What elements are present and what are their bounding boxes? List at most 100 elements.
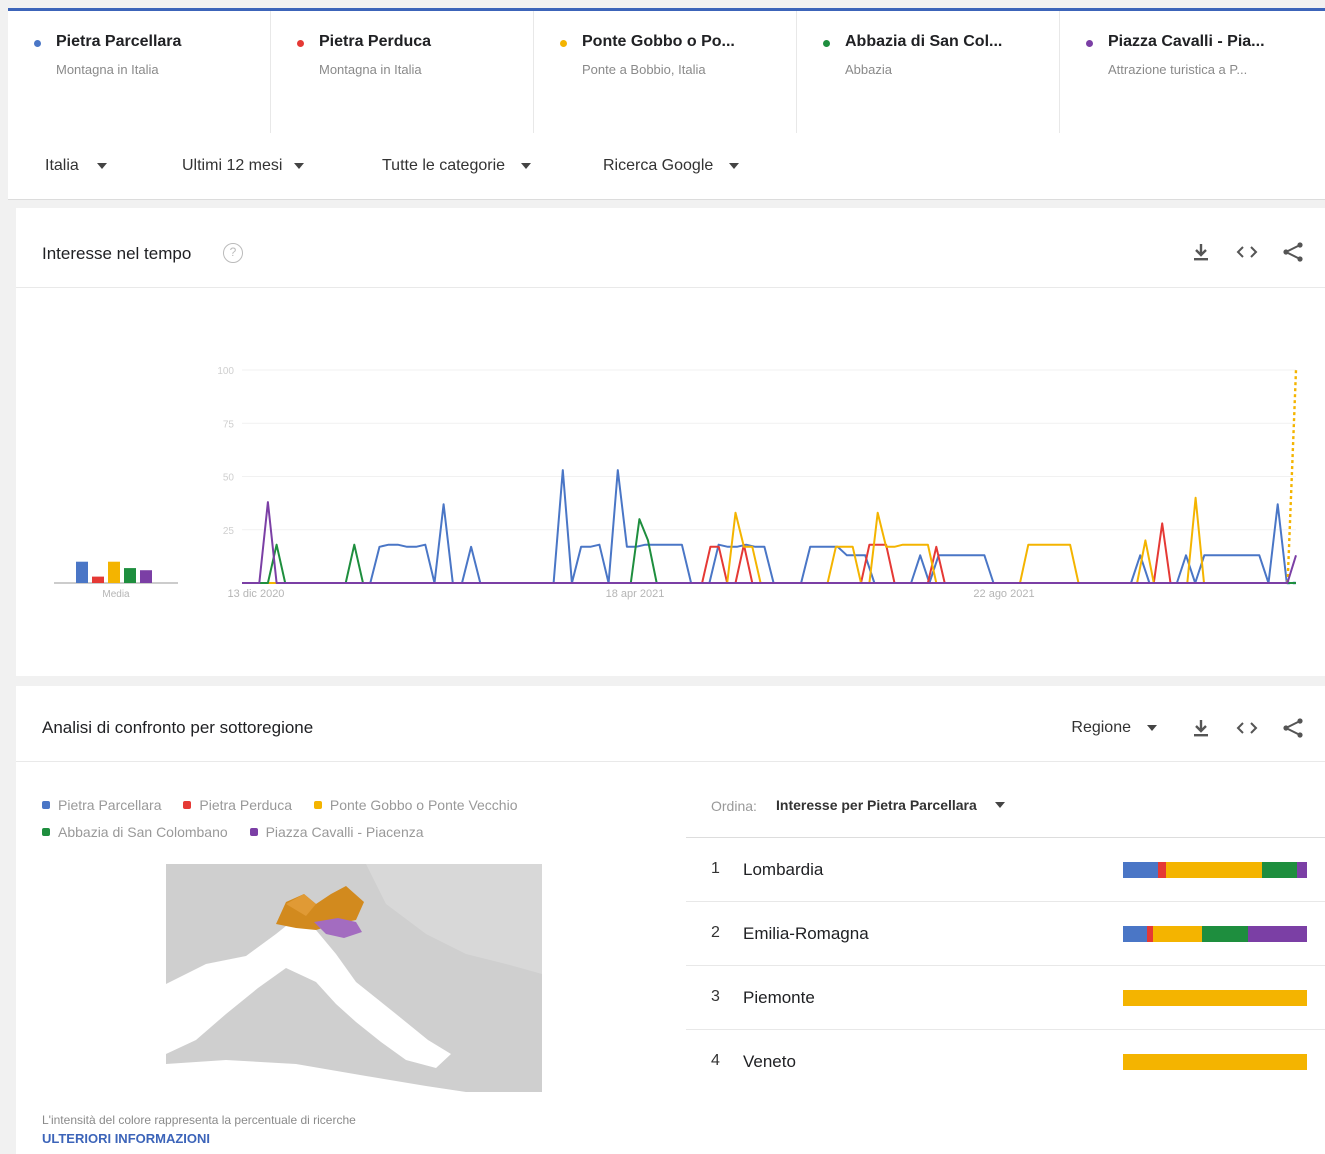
download-icon[interactable] [1189,716,1213,740]
search-term-3[interactable]: Ponte Gobbo o Po... Ponte a Bobbio, Ital… [534,11,797,133]
card-tools: Regione [1071,716,1305,740]
x-tick-label: 13 dic 2020 [228,588,285,600]
legend-swatch [183,801,192,809]
share-segment [1152,926,1203,942]
term-name: Ponte Gobbo o Po... [582,33,735,50]
region-name: Emilia-Romagna [743,924,869,943]
term-color-dot [297,40,304,47]
region-name: Veneto [743,1052,796,1071]
legend-item: Pietra Perduca [183,797,292,813]
card-header: Analisi di confronto per sottoregione Re… [16,686,1325,762]
y-tick-label: 100 [217,366,234,377]
legend-item: Piazza Cavalli - Piacenza [249,824,424,840]
interest-over-time-card: Interesse nel tempo ? 100 75 50 25 13 dic 20… [16,208,1325,676]
legend-label: Piazza Cavalli - Piacenza [265,824,424,840]
region-share-bar [1123,862,1307,878]
help-icon[interactable]: ? [223,243,243,263]
region-name: Piemonte [743,988,815,1007]
period-filter-label: Ultimi 12 mesi [182,157,283,174]
period-filter[interactable]: Ultimi 12 mesi [182,157,305,175]
card-header: Interesse nel tempo ? [16,208,1325,288]
region-share-bar [1123,990,1307,1006]
share-icon[interactable] [1281,716,1305,740]
region-rank: 2 [711,924,720,941]
share-segment [1157,862,1166,878]
country-filter[interactable]: Italia [45,157,107,175]
x-tick-label: 18 apr 2021 [606,588,665,600]
term-name: Pietra Perduca [319,33,432,50]
sort-bar: Ordina: Interesse per Pietra Parcellara [686,770,1325,838]
region-rank: 3 [711,988,720,1005]
country-filter-label: Italia [45,157,79,174]
subregion-card: Analisi di confronto per sottoregione Re… [16,686,1325,1154]
average-bar [108,561,120,583]
sort-value: Interesse per Pietra Parcellara [776,797,977,813]
region-rank: 1 [711,860,720,877]
embed-icon[interactable] [1235,716,1259,740]
legend-label: Ponte Gobbo o Ponte Vecchio [329,797,518,813]
legend-swatch [249,828,258,836]
category-filter-label: Tutte le categorie [382,157,506,174]
share-segment [1123,990,1307,1006]
average-bar [92,576,104,583]
dropdown-caret-icon [294,163,305,169]
embed-icon[interactable] [1235,240,1259,264]
share-segment [1123,862,1158,878]
share-segment [1202,926,1248,942]
region-share-bar [1123,1054,1307,1070]
share-segment [1165,862,1263,878]
map-footnote: L'intensità del colore rappresenta la pe… [42,1113,356,1127]
dropdown-caret-icon [994,802,1005,808]
region-name: Lombardia [743,860,824,879]
y-tick-label: 50 [223,473,235,484]
sort-selector[interactable]: Interesse per Pietra Parcellara [776,797,1005,813]
search-term-2[interactable]: Pietra Perduca Montagna in Italia [271,11,534,133]
legend-swatch [42,828,50,836]
term-subtitle: Montagna in Italia [319,62,422,77]
search-term-4[interactable]: Abbazia di San Col... Abbazia [797,11,1060,133]
card-title: Analisi di confronto per sottoregione [42,718,314,737]
share-icon[interactable] [1281,240,1305,264]
region-share-bar [1123,926,1307,942]
average-bar [124,568,136,583]
share-segment [1297,862,1307,878]
search-term-5[interactable]: Piazza Cavalli - Pia... Attrazione turis… [1060,11,1323,133]
legend-item: Pietra Parcellara [42,797,162,813]
download-icon[interactable] [1189,240,1213,264]
region-row[interactable]: 1 Lombardia [686,838,1325,902]
region-row[interactable]: 2 Emilia-Romagna [686,902,1325,966]
share-segment [1262,862,1298,878]
average-label: Media [102,589,130,600]
filters-bar: Italia Ultimi 12 mesi Tutte le categorie… [8,133,1325,200]
term-name: Abbazia di San Col... [845,33,1003,50]
term-subtitle: Abbazia [845,62,892,77]
region-selector[interactable]: Regione [1071,719,1157,737]
more-info-link[interactable]: ULTERIORI INFORMAZIONI [42,1131,210,1146]
series-line [242,518,1296,584]
region-rank: 4 [711,1052,720,1069]
y-tick-label: 25 [223,526,235,537]
subregion-legend: Pietra Parcellara Pietra Perduca Ponte G… [42,796,622,850]
category-filter[interactable]: Tutte le categorie [382,157,532,175]
share-segment [1123,926,1147,942]
term-name: Pietra Parcellara [56,33,182,50]
search-terms-bar: Pietra Parcellara Montagna in Italia Pie… [8,11,1325,133]
legend-swatch [42,801,50,809]
search-term-1[interactable]: Pietra Parcellara Montagna in Italia [8,11,271,133]
search-type-filter[interactable]: Ricerca Google [603,157,740,175]
dropdown-caret-icon [729,163,740,169]
term-subtitle: Montagna in Italia [56,62,159,77]
legend-label: Pietra Perduca [199,797,292,813]
term-color-dot [560,40,567,47]
legend-label: Pietra Parcellara [58,797,162,813]
legend-item: Ponte Gobbo o Ponte Vecchio [313,797,518,813]
region-row[interactable]: 4 Veneto [686,1030,1325,1094]
term-color-dot [34,40,41,47]
share-segment [1123,1054,1307,1070]
region-row[interactable]: 3 Piemonte [686,966,1325,1030]
card-title: Interesse nel tempo [42,244,192,263]
italy-region-map[interactable] [166,864,542,1092]
region-selector-label: Regione [1071,719,1131,736]
series-line [242,496,1288,584]
x-tick-label: 22 ago 2021 [973,588,1034,600]
